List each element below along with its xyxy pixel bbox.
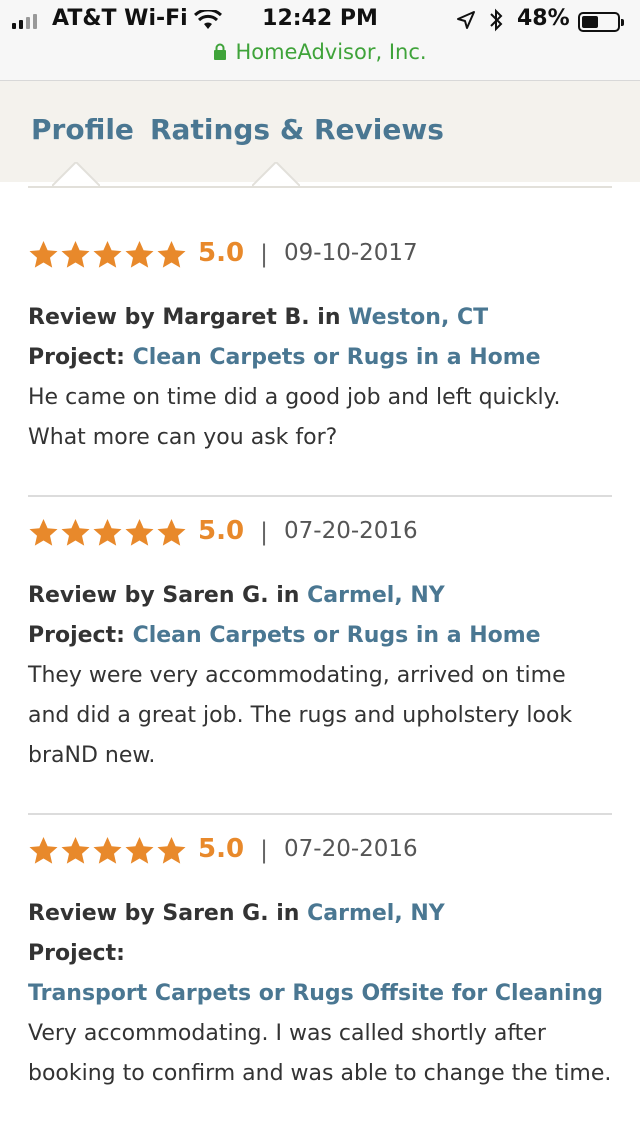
url-text: HomeAdvisor, Inc.: [235, 40, 427, 64]
rating-score: 5.0: [198, 516, 245, 546]
review-date: 09-10-2017: [284, 240, 418, 266]
star-icon: [29, 241, 58, 268]
separator: |: [260, 240, 269, 268]
review-text: They were very accommodating, arrived on…: [28, 663, 573, 768]
star-icon: [93, 241, 122, 268]
star-icon: [93, 519, 122, 546]
separator: |: [260, 836, 269, 864]
star-icon: [157, 519, 186, 546]
project-label: Project:: [28, 345, 133, 370]
location-link[interactable]: Carmel, NY: [307, 583, 445, 608]
lock-icon: [214, 43, 227, 60]
rating-row: 5.0 | 07-20-2016: [28, 834, 612, 872]
star-icon: [125, 837, 154, 864]
bluetooth-icon: [490, 8, 503, 32]
divider: [28, 813, 612, 815]
rating-row: 5.0 | 09-10-2017: [28, 238, 612, 276]
review-card: 5.0 | 09-10-2017 Review by Margaret B. i…: [28, 238, 612, 458]
tab-indicator-reviews: [252, 162, 300, 186]
star-icon: [29, 519, 58, 546]
tab-underline: [28, 186, 612, 188]
star-rating: [28, 240, 187, 271]
star-rating: [28, 518, 187, 549]
review-author-text: Review by Saren G. in: [28, 583, 308, 608]
star-icon: [29, 837, 58, 864]
review-project: Project: Clean Carpets or Rugs in a Home: [28, 616, 612, 656]
review-author: Review by Saren G. in Carmel, NY: [28, 576, 612, 616]
tab-profile[interactable]: Profile: [31, 113, 134, 146]
battery-percent: 48%: [517, 6, 570, 31]
review-author-text: Review by Saren G. in: [28, 901, 308, 926]
review-card: 5.0 | 07-20-2016 Review by Saren G. in C…: [28, 834, 612, 1094]
project-label: Project:: [28, 623, 133, 648]
star-icon: [125, 241, 154, 268]
star-icon: [61, 519, 90, 546]
review-text: Very accommodating. I was called shortly…: [28, 1021, 612, 1086]
star-icon: [93, 837, 122, 864]
review-author: Review by Saren G. in Carmel, NY: [28, 894, 612, 934]
review-project: Project: Clean Carpets or Rugs in a Home: [28, 338, 612, 378]
location-arrow-icon: [457, 11, 475, 29]
star-icon: [157, 837, 186, 864]
rating-row: 5.0 | 07-20-2016: [28, 516, 612, 554]
separator: |: [260, 518, 269, 546]
review-author-text: Review by Margaret B. in: [28, 305, 349, 330]
star-rating: [28, 836, 187, 867]
review-card: 5.0 | 07-20-2016 Review by Saren G. in C…: [28, 516, 612, 776]
star-icon: [61, 241, 90, 268]
rating-score: 5.0: [198, 238, 245, 268]
location-link[interactable]: Carmel, NY: [307, 901, 445, 926]
star-icon: [61, 837, 90, 864]
tab-indicator-profile: [52, 162, 100, 186]
project-label: Project:: [28, 941, 125, 966]
project-link[interactable]: Transport Carpets or Rugs Offsite for Cl…: [28, 974, 612, 1014]
review-date: 07-20-2016: [284, 836, 418, 862]
divider: [28, 495, 612, 497]
star-icon: [157, 241, 186, 268]
project-link[interactable]: Clean Carpets or Rugs in a Home: [133, 345, 541, 370]
rating-score: 5.0: [198, 834, 245, 864]
project-link[interactable]: Clean Carpets or Rugs in a Home: [133, 623, 541, 648]
review-date: 07-20-2016: [284, 518, 418, 544]
tab-ratings-reviews[interactable]: Ratings & Reviews: [150, 113, 444, 146]
review-author: Review by Margaret B. in Weston, CT: [28, 298, 612, 338]
location-link[interactable]: Weston, CT: [348, 305, 488, 330]
url-bar[interactable]: HomeAdvisor, Inc.: [0, 40, 640, 64]
review-text: He came on time did a good job and left …: [28, 385, 561, 450]
battery-icon: [578, 12, 624, 32]
status-bar: AT&T Wi-Fi 12:42 PM 48% HomeAdvisor, Inc…: [0, 0, 640, 81]
star-icon: [125, 519, 154, 546]
